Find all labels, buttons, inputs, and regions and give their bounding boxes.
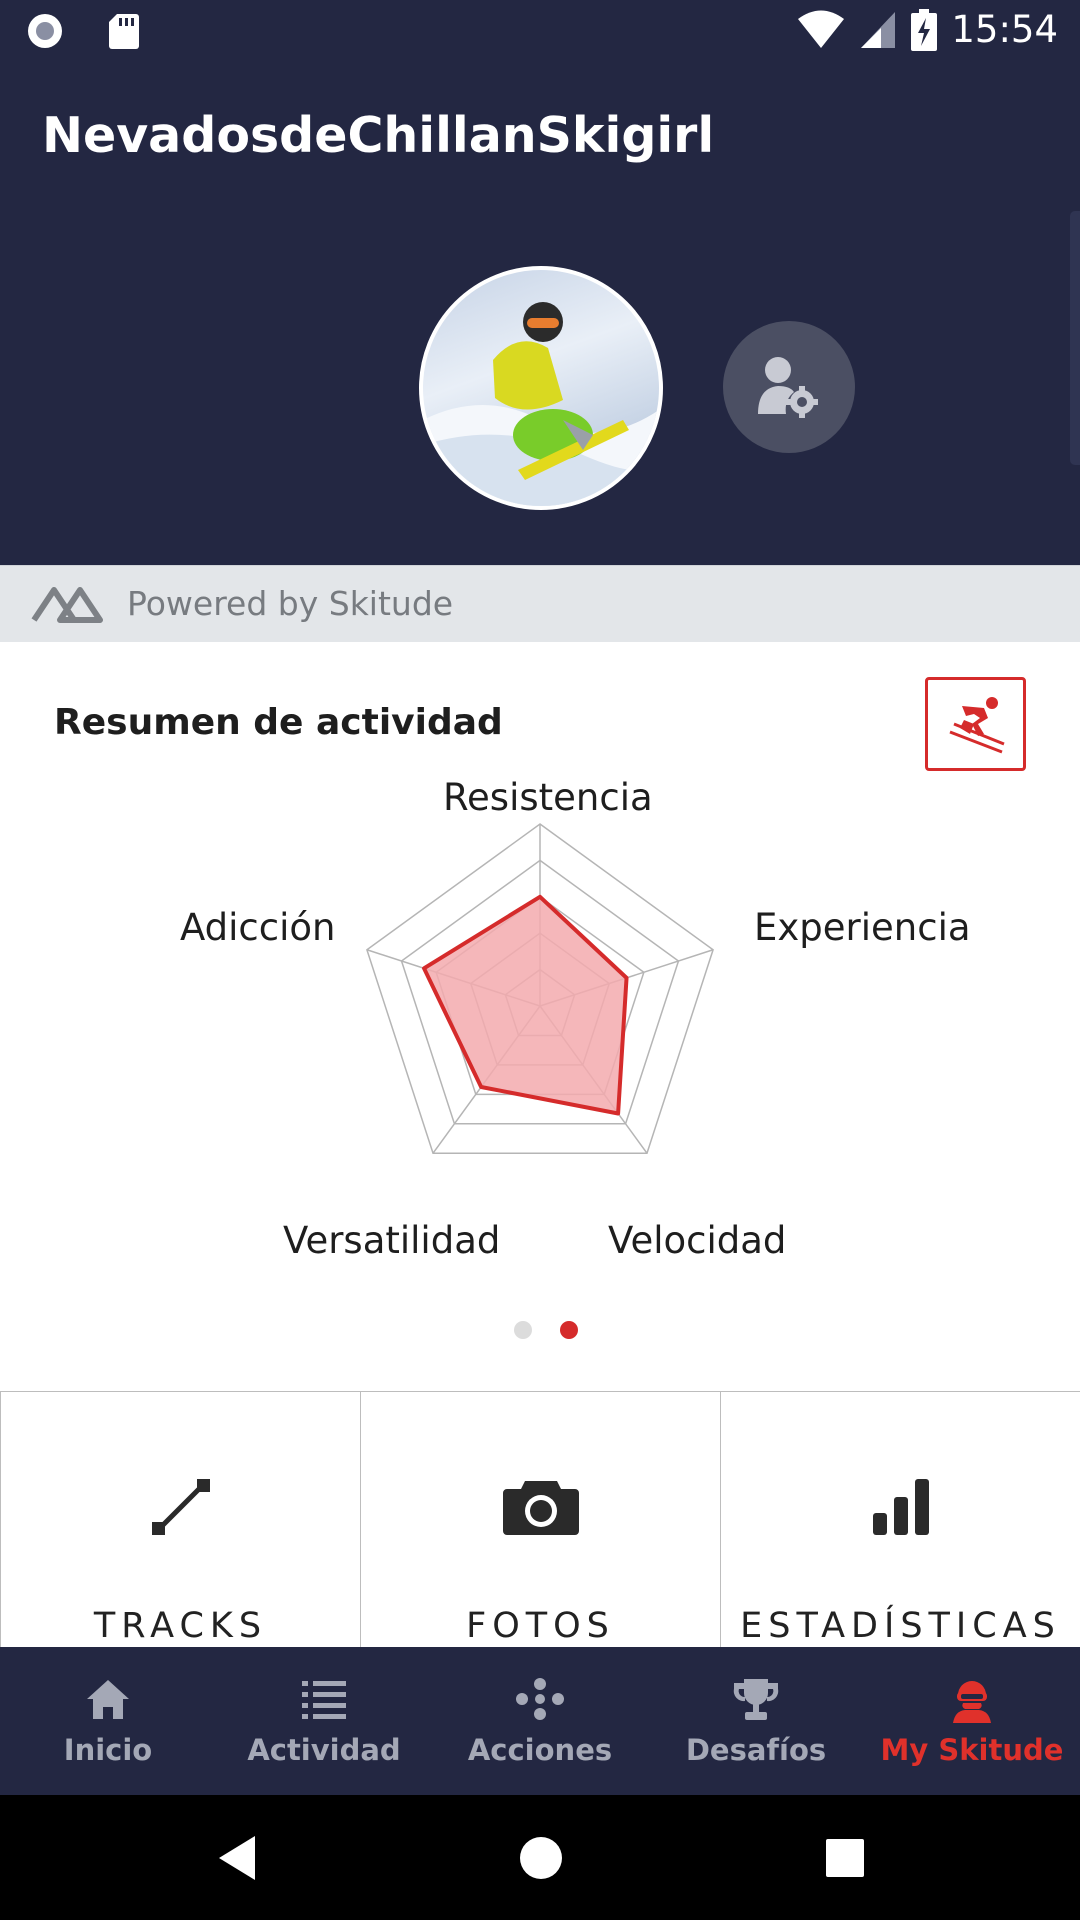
recents-icon[interactable] (824, 1833, 866, 1883)
record-icon (28, 14, 62, 48)
actions-icon (516, 1678, 564, 1720)
skier-icon (948, 697, 1005, 754)
radar-label-experiencia: Experiencia (754, 906, 971, 949)
pager-dot[interactable] (514, 1321, 532, 1339)
radar-label-resistencia: Resistencia (443, 776, 653, 819)
trophy-icon (733, 1679, 779, 1720)
clock: 15:54 (951, 8, 1058, 51)
list-icon (302, 1681, 346, 1719)
activity-summary-title: Resumen de actividad (54, 702, 503, 743)
radar-label-velocidad: Velocidad (608, 1219, 787, 1262)
photos-label: FOTOS (466, 1606, 615, 1646)
tracks-tile[interactable]: TRACKS (0, 1392, 361, 1647)
photos-tile[interactable]: FOTOS (361, 1392, 721, 1647)
wifi-icon (798, 10, 845, 48)
profile-sections: TRACKS FOTOS ESTADÍSTICAS (0, 1391, 1080, 1647)
scroll-indicator (1070, 211, 1080, 465)
skitude-logo-icon (31, 587, 103, 623)
nav-my-skitude-label: My Skitude (880, 1733, 1064, 1767)
nav-desafios-label: Desafíos (685, 1733, 827, 1767)
powered-by-text: Powered by Skitude (127, 584, 454, 623)
radar-data-area (422, 894, 629, 1116)
nav-inicio-label: Inicio (63, 1733, 153, 1767)
user-settings-icon (758, 357, 818, 418)
statistics-label: ESTADÍSTICAS (740, 1606, 1061, 1646)
nav-my-skitude[interactable]: My Skitude (864, 1647, 1080, 1795)
nav-acciones-label: Acciones (467, 1733, 613, 1767)
nav-acciones[interactable]: Acciones (432, 1647, 648, 1795)
nav-actividad-label: Actividad (247, 1733, 401, 1767)
nav-desafios[interactable]: Desafíos (648, 1647, 864, 1795)
statistics-tile[interactable]: ESTADÍSTICAS (721, 1392, 1080, 1647)
system-navigation-bar (0, 1795, 1080, 1920)
carousel-pager (514, 1321, 578, 1339)
profile-header: NevadosdeChillanSkigirl (0, 63, 1080, 565)
home-icon (87, 1680, 129, 1719)
signal-icon (861, 11, 896, 48)
username-title: NevadosdeChillanSkigirl (42, 107, 715, 164)
bar-chart-icon (872, 1479, 929, 1535)
back-icon[interactable] (215, 1833, 259, 1883)
profile-settings-button[interactable] (723, 321, 855, 453)
ski-activity-button[interactable] (925, 677, 1026, 771)
track-line-icon (151, 1479, 210, 1535)
bottom-navigation: Inicio Actividad Acciones Desafíos My Sk… (0, 1647, 1080, 1795)
powered-by-banner: Powered by Skitude (0, 565, 1080, 642)
nav-actividad[interactable]: Actividad (216, 1647, 432, 1795)
status-bar: 15:54 (0, 0, 1080, 63)
avatar-photo (423, 302, 659, 506)
pager-dot-active[interactable] (560, 1321, 578, 1339)
profile-avatar[interactable] (419, 266, 663, 510)
tracks-label: TRACKS (93, 1606, 268, 1646)
camera-icon (502, 1481, 579, 1535)
home-circle-icon[interactable] (518, 1833, 564, 1883)
battery-charging-icon (911, 8, 938, 51)
activity-radar-chart (366, 823, 714, 1154)
skier-avatar-icon (953, 1681, 991, 1723)
radar-label-adiccion: Adicción (180, 906, 336, 949)
radar-label-versatilidad: Versatilidad (283, 1219, 501, 1262)
sd-card-icon (109, 14, 139, 49)
nav-inicio[interactable]: Inicio (0, 1647, 216, 1795)
